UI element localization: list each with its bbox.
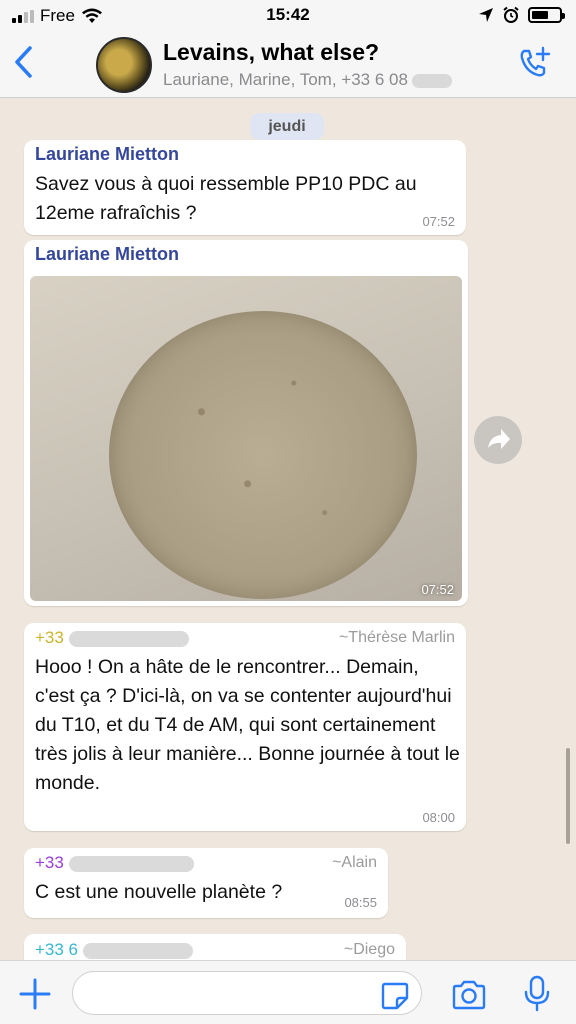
message-bubble[interactable]: +33 ~Thérèse Marlin Hooo ! On a hâte de …: [24, 623, 466, 831]
message-time: 08:55: [344, 895, 377, 910]
message-input-bar: [0, 960, 576, 1024]
redacted-blur: [82, 942, 193, 959]
add-call-icon[interactable]: [516, 46, 552, 82]
participants-text: Lauriane, Marine, Tom, +33 6 08: [163, 70, 408, 89]
sender-phone: +33 6: [35, 940, 193, 960]
redacted-blur: [68, 630, 189, 647]
group-avatar[interactable]: [96, 37, 152, 93]
sender-phone-prefix: +33: [35, 853, 64, 872]
redacted-blur: [68, 855, 194, 872]
alarm-icon: [503, 6, 519, 23]
back-icon[interactable]: [10, 44, 40, 80]
camera-icon[interactable]: [450, 979, 488, 1011]
sender-phone: +33: [35, 628, 189, 648]
sender-phone-prefix: +33: [35, 628, 64, 647]
photo-time: 07:52: [421, 582, 454, 597]
microphone-icon[interactable]: [520, 975, 554, 1013]
message-text: C est une nouvelle planète ?: [35, 881, 283, 903]
image-message-bubble[interactable]: Lauriane Mietton 07:52: [24, 240, 468, 606]
chat-participants[interactable]: Lauriane, Marine, Tom, +33 6 08: [163, 70, 452, 90]
status-right: [478, 6, 565, 24]
sender-phone-prefix: +33 6: [35, 940, 79, 959]
message-bubble[interactable]: +33 6 ~Diego: [24, 934, 406, 960]
sticker-icon[interactable]: [380, 981, 410, 1011]
photo-subject: [109, 311, 417, 599]
sender-alias: ~Alain: [332, 854, 377, 871]
share-icon[interactable]: [474, 416, 522, 464]
chat-header: Levains, what else? Lauriane, Marine, To…: [0, 30, 576, 98]
sender-phone: +33: [35, 853, 194, 873]
plus-icon[interactable]: [18, 977, 52, 1011]
sender-name: Lauriane Mietton: [35, 244, 180, 264]
message-bubble[interactable]: Lauriane Mietton Savez vous à quoi resse…: [24, 140, 466, 235]
battery-icon: [528, 7, 565, 23]
sender-name: Lauriane Mietton: [35, 144, 180, 164]
message-time: 07:52: [422, 214, 455, 229]
redacted-blur: [411, 73, 452, 88]
sender-alias: ~Diego: [343, 941, 395, 958]
message-input[interactable]: [72, 971, 422, 1015]
message-text: Savez vous à quoi ressemble PP10 PDC au …: [35, 173, 417, 224]
chat-area[interactable]: jeudi Lauriane Mietton Savez vous à quoi…: [0, 98, 576, 960]
status-bar: Free 15:42: [0, 0, 576, 30]
date-separator: jeudi: [250, 113, 324, 140]
message-time: 08:00: [422, 810, 455, 825]
photo-attachment[interactable]: 07:52: [30, 276, 462, 601]
message-bubble[interactable]: +33 ~Alain C est une nouvelle planète ? …: [24, 848, 388, 918]
sender-alias: ~Thérèse Marlin: [338, 629, 455, 646]
location-icon: [479, 8, 493, 22]
scrollbar[interactable]: [566, 748, 570, 844]
chat-title[interactable]: Levains, what else?: [163, 39, 379, 66]
message-text: Hooo ! On a hâte de le rencontrer... Dem…: [35, 656, 460, 794]
